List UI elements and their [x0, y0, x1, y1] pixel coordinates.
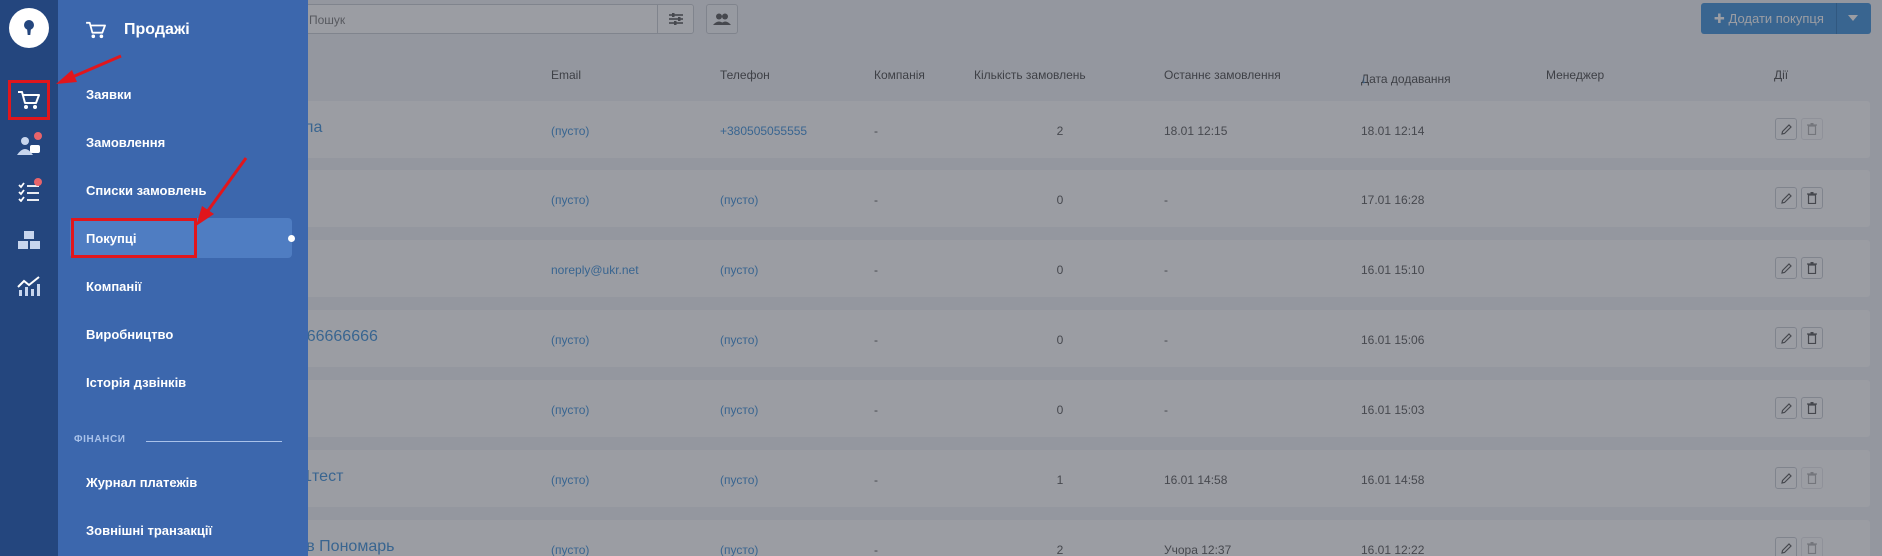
- menu-item-requests[interactable]: Заявки: [58, 74, 308, 114]
- menu-item-orders[interactable]: Замовлення: [58, 122, 308, 162]
- rail-warehouse[interactable]: [10, 222, 48, 258]
- menu-item-call-history[interactable]: Історія дзвінків: [58, 362, 308, 402]
- section-divider: [146, 441, 282, 442]
- analytics-icon: [17, 276, 40, 296]
- menu-item-order-lists[interactable]: Списки замовлень: [58, 170, 308, 210]
- section-finance-label: ФІНАНСИ: [74, 434, 126, 445]
- rail-customers[interactable]: [10, 128, 48, 164]
- rail-analytics[interactable]: [10, 268, 48, 304]
- notification-badge: [34, 132, 42, 140]
- icon-rail: [0, 0, 58, 556]
- sales-menu-panel: Продажі Заявки Замовлення Списки замовле…: [58, 0, 308, 556]
- warehouse-icon: [18, 231, 40, 249]
- logo-icon[interactable]: [9, 8, 49, 48]
- cart-icon: [86, 21, 106, 39]
- menu-item-payments-journal[interactable]: Журнал платежів: [58, 462, 308, 502]
- notification-badge: [34, 178, 42, 186]
- menu-item-companies[interactable]: Компанії: [58, 266, 308, 306]
- panel-title: Продажі: [124, 21, 190, 38]
- active-indicator: [288, 235, 295, 242]
- rail-tasks[interactable]: [10, 174, 48, 210]
- annotation-highlight-box: [8, 80, 50, 120]
- menu-item-external-transactions[interactable]: Зовнішні транзакції: [58, 510, 308, 550]
- annotation-highlight-box: [71, 218, 197, 258]
- menu-item-production[interactable]: Виробництво: [58, 314, 308, 354]
- panel-header: Продажі: [86, 18, 190, 42]
